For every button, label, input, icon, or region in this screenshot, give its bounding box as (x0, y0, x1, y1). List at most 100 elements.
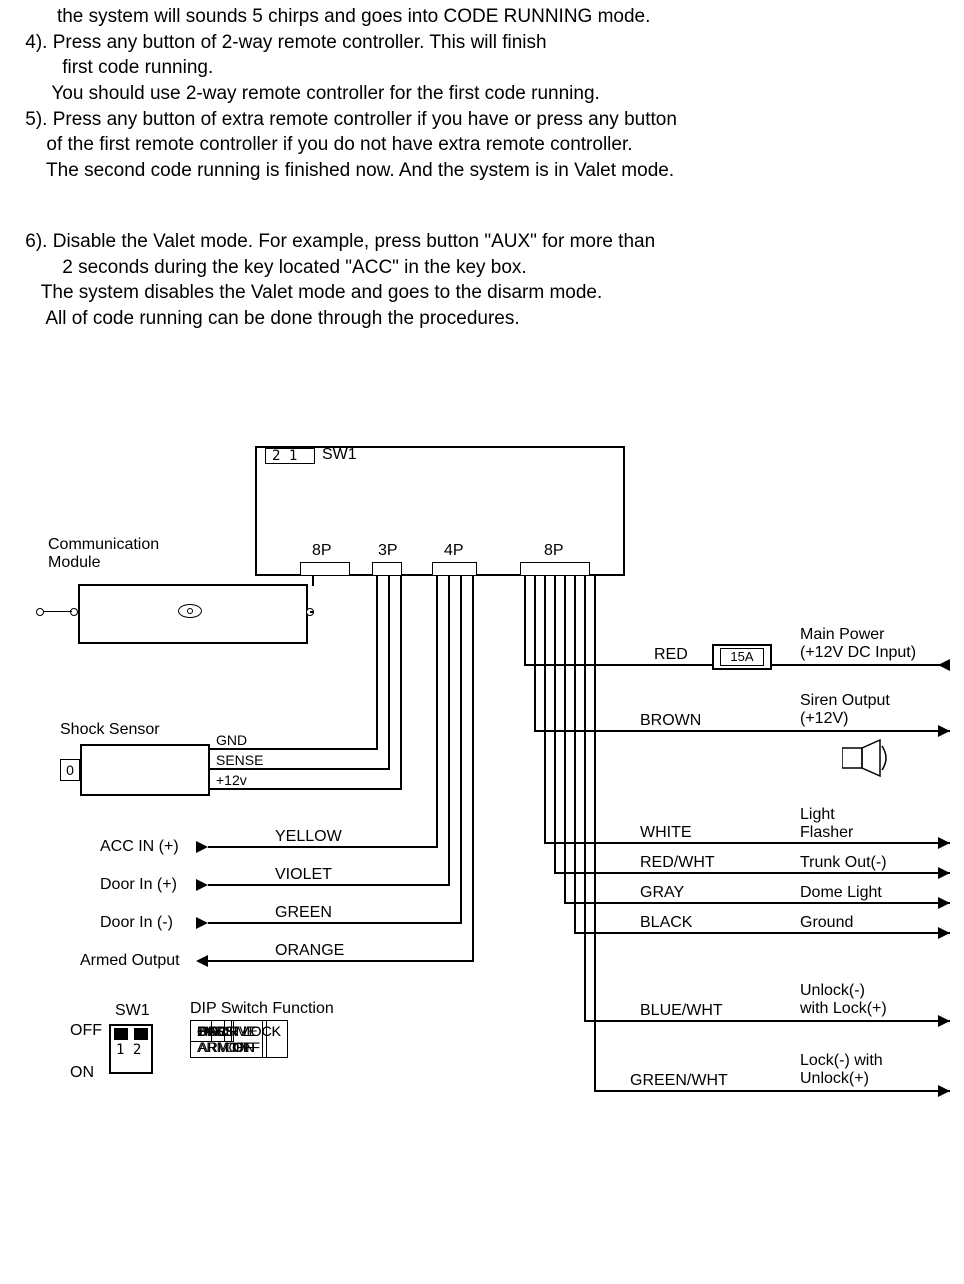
ro-h6 (574, 932, 950, 934)
shock-wire-gnd (210, 748, 378, 750)
li-name-4: Armed Output (80, 952, 180, 970)
sw1-label: SW1 (322, 446, 357, 464)
ro-v5 (564, 576, 566, 904)
li-name-2: Door In (+) (100, 876, 177, 894)
shock-sensor-label: Shock Sensor (60, 721, 160, 739)
sw1-on-label: ON (70, 1064, 94, 1082)
port-3p-label: 3P (378, 542, 398, 560)
port-8p-b-label: 8P (544, 542, 564, 560)
shock-wire-12v-v (400, 576, 402, 790)
li-v2 (448, 576, 450, 886)
fuse-box: 15A (720, 648, 764, 666)
text-line: 6). Disable the Valet mode. For example,… (20, 229, 944, 255)
li-color-2: VIOLET (275, 866, 332, 884)
ro-a4 (938, 867, 950, 879)
ro-h8 (594, 1090, 950, 1092)
ro-name-8: Lock(-) with Unlock(+) (800, 1052, 883, 1088)
sw1-12-label: 1 2 (116, 1042, 141, 1058)
comm-pin-left-end (36, 608, 44, 616)
ro-a1 (938, 659, 950, 671)
ro-v3 (544, 576, 546, 844)
port-4p-label: 4P (444, 542, 464, 560)
port-4p (432, 562, 477, 576)
ro-a2 (938, 725, 950, 737)
li-name-1: ACC IN (+) (100, 838, 179, 856)
comm-pin-left-wire (42, 611, 72, 613)
instruction-text: the system will sounds 5 chirps and goes… (0, 0, 964, 336)
ro-color-7: BLUE/WHT (640, 1002, 723, 1020)
ro-color-4: RED/WHT (640, 854, 715, 872)
li-h3 (208, 922, 462, 924)
text-line: 2 seconds during the key located "ACC" i… (20, 255, 944, 281)
li-color-1: YELLOW (275, 828, 342, 846)
shock-sense-label: SENSE (216, 752, 263, 768)
ro-name-5: Dome Light (800, 884, 882, 902)
text-line: of the first remote controller if you do… (20, 132, 944, 158)
sw1-slot2 (134, 1028, 148, 1040)
li-name-3: Door In (-) (100, 914, 173, 932)
dip-title: DIP Switch Function (190, 1000, 334, 1018)
ro-color-5: GRAY (640, 884, 684, 902)
li-v4 (472, 576, 474, 962)
text-line (20, 183, 944, 209)
ro-h2 (534, 730, 950, 732)
ro-v1 (524, 576, 526, 666)
text-line: All of code running can be done through … (20, 306, 944, 332)
ro-color-2: BROWN (640, 712, 701, 730)
main-module-box (255, 446, 625, 576)
shock-wire-gnd-v (376, 576, 378, 750)
li-h2 (208, 884, 450, 886)
li-a3 (196, 917, 208, 929)
li-v1 (436, 576, 438, 848)
sw1-21-label: 2 1 (272, 448, 297, 464)
ro-v2 (534, 576, 536, 732)
comm-wire-v (312, 576, 314, 586)
ro-a7 (938, 1015, 950, 1027)
wiring-diagram: 2 1 SW1 8P 3P 4P 8P Communication Module… (0, 386, 964, 1216)
ro-name-4: Trunk Out(-) (800, 854, 887, 872)
shock-wire-sense (210, 768, 390, 770)
li-a2 (196, 879, 208, 891)
ro-h4 (554, 872, 950, 874)
ro-v4 (554, 576, 556, 874)
ro-a3 (938, 837, 950, 849)
ro-color-8: GREEN/WHT (630, 1072, 728, 1090)
sw1-detail-title: SW1 (115, 1002, 150, 1020)
ro-a5 (938, 897, 950, 909)
ro-h1a (524, 664, 712, 666)
ro-name-1: Main Power (+12V DC Input) (800, 626, 916, 662)
ro-name-7: Unlock(-) with Lock(+) (800, 982, 887, 1018)
ro-v6 (574, 576, 576, 934)
text-line: 4). Press any button of 2-way remote con… (20, 30, 944, 56)
ro-a6 (938, 927, 950, 939)
ro-name-6: Ground (800, 914, 853, 932)
ro-color-3: WHITE (640, 824, 692, 842)
li-a1 (196, 841, 208, 853)
port-8p-a (300, 562, 350, 576)
shock-wire-12v (210, 788, 402, 790)
li-color-3: GREEN (275, 904, 332, 922)
ro-color-6: BLACK (640, 914, 692, 932)
text-line: The second code running is finished now.… (20, 158, 944, 184)
text-line: the system will sounds 5 chirps and goes… (20, 4, 944, 30)
ro-v7 (584, 576, 586, 1022)
shock-sensor-box (80, 744, 210, 796)
port-8p-a-label: 8P (312, 542, 332, 560)
ro-v8 (594, 576, 596, 1092)
li-h1 (208, 846, 438, 848)
shock-sensor-tab: 0 (60, 759, 80, 781)
port-8p-b (520, 562, 590, 576)
ro-h1b (772, 664, 950, 666)
dip-cell: DOOR LOCK ON (190, 1020, 288, 1058)
ro-name-2: Siren Output (+12V) (800, 692, 890, 728)
text-line: 5). Press any button of extra remote con… (20, 107, 944, 133)
ro-color-1: RED (654, 646, 688, 664)
text-line: You should use 2-way remote controller f… (20, 81, 944, 107)
comm-wire-h (310, 611, 314, 613)
comm-module-label: Communication Module (48, 536, 159, 572)
li-v3 (460, 576, 462, 924)
ro-h3 (544, 842, 950, 844)
ro-h5 (564, 902, 950, 904)
shock-12v-label: +12v (216, 772, 247, 788)
ro-h7 (584, 1020, 950, 1022)
